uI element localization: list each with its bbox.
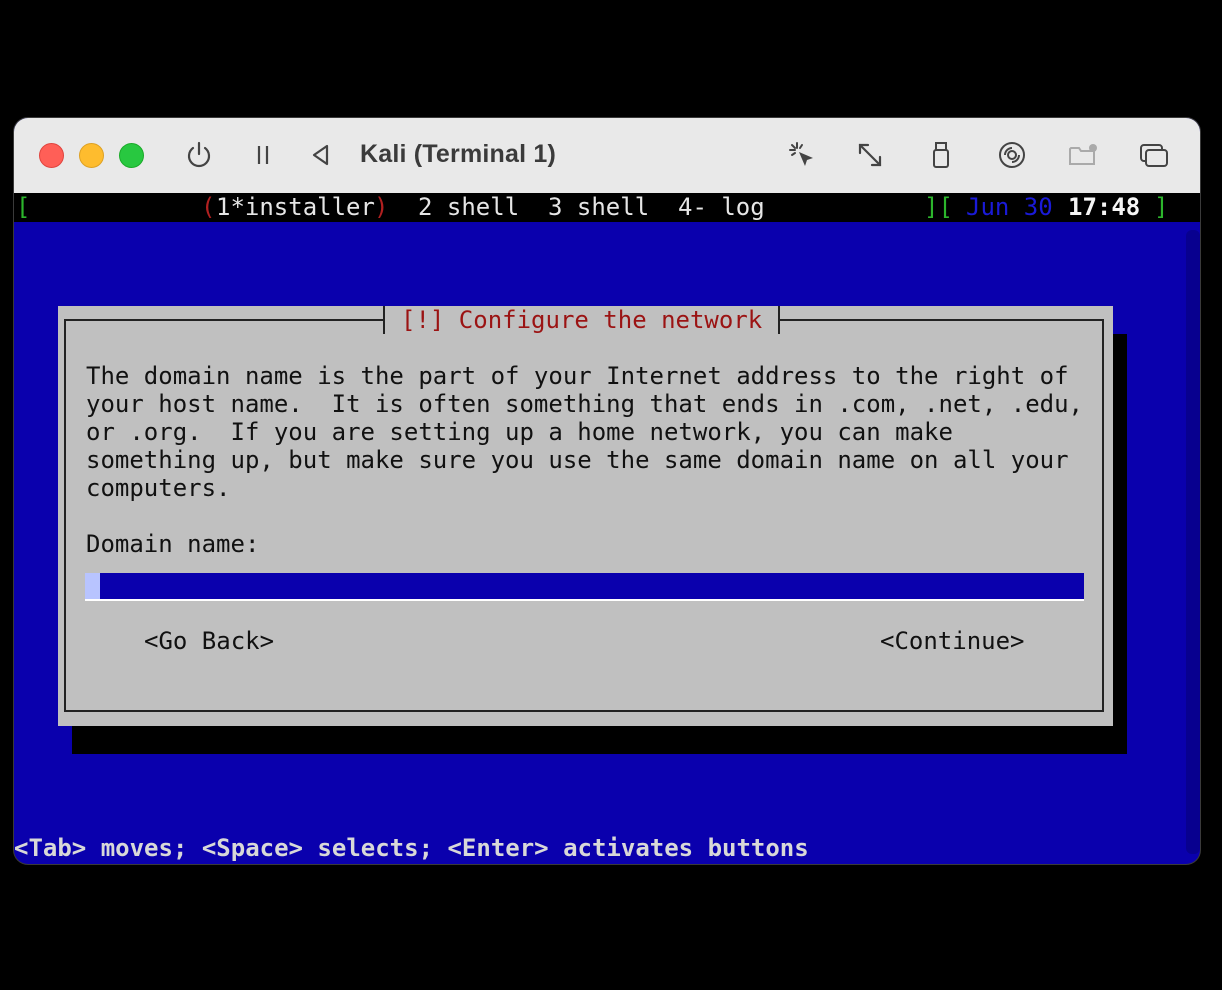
- domain-name-label: Domain name:: [86, 530, 260, 558]
- disc-icon[interactable]: [995, 138, 1029, 172]
- status-end-bracket: ]: [1154, 193, 1169, 221]
- close-button[interactable]: [39, 143, 64, 168]
- status-time: 17:48: [1068, 193, 1141, 221]
- status-left-bracket: [: [16, 193, 31, 221]
- pause-icon[interactable]: [246, 138, 280, 172]
- window-title: Kali (Terminal 1): [360, 140, 557, 168]
- domain-name-input[interactable]: [85, 573, 1084, 601]
- tab-shell-3[interactable]: 3 shell: [548, 193, 649, 222]
- status-date: Jun 30: [966, 193, 1053, 221]
- help-line: <Tab> moves; <Space> selects; <Enter> ac…: [14, 834, 809, 862]
- title-bar: Kali (Terminal 1): [14, 118, 1200, 194]
- back-icon[interactable]: [304, 138, 338, 172]
- terminal-scrollbar[interactable]: [1186, 230, 1200, 854]
- capture-icon[interactable]: [785, 138, 819, 172]
- status-right-brackets: ][: [924, 193, 953, 221]
- vm-window: Kali (Terminal 1) [ ( 1*installer ) 2 sh…: [14, 118, 1200, 864]
- resize-icon[interactable]: [853, 138, 887, 172]
- tab-shell-2[interactable]: 2 shell: [418, 193, 519, 222]
- power-icon[interactable]: [182, 138, 216, 172]
- configure-network-dialog: [!] Configure the network The domain nam…: [58, 306, 1113, 726]
- dialog-description: The domain name is the part of your Inte…: [86, 362, 1083, 502]
- tab-installer[interactable]: 1*installer: [216, 193, 375, 222]
- minimize-button[interactable]: [79, 143, 104, 168]
- go-back-button[interactable]: <Go Back>: [144, 626, 274, 656]
- text-cursor: [85, 573, 100, 599]
- terminal-screen[interactable]: [ ( 1*installer ) 2 shell 3 shell 4- log…: [14, 193, 1200, 864]
- active-tab-open: (: [201, 193, 216, 221]
- zoom-button[interactable]: [119, 143, 144, 168]
- display-icon[interactable]: [1137, 138, 1171, 172]
- active-tab-close: ): [374, 193, 389, 221]
- usb-icon[interactable]: [924, 138, 958, 172]
- shared-folder-icon[interactable]: [1066, 138, 1100, 172]
- dialog-title: [!] Configure the network: [383, 306, 781, 334]
- continue-button[interactable]: <Continue>: [880, 626, 1025, 656]
- screen-status-bar: [ ( 1*installer ) 2 shell 3 shell 4- log…: [14, 193, 1200, 222]
- tab-log[interactable]: 4- log: [678, 193, 765, 222]
